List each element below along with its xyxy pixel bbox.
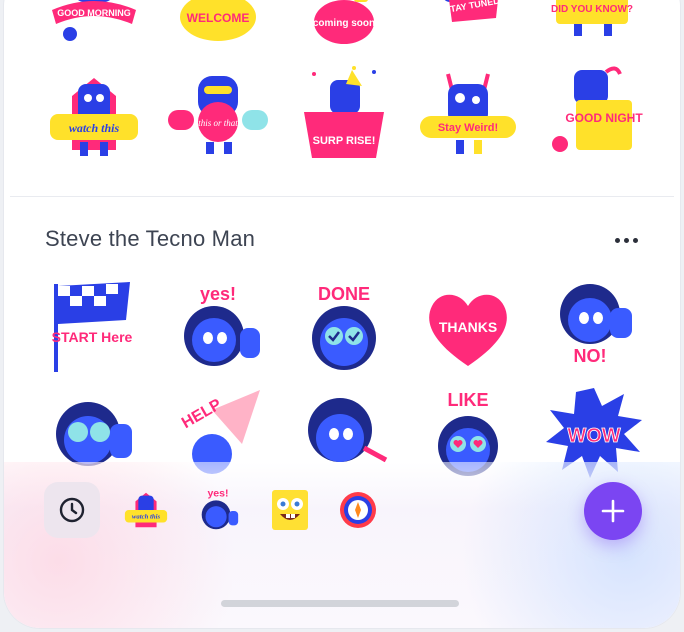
sticker-text: yes! [200,284,236,304]
pack-tab-sponge[interactable] [262,482,318,538]
sticker-did-you-know[interactable]: DID YOU KNOW? [544,0,644,62]
section-divider [10,196,674,197]
add-sticker-button[interactable] [584,482,642,540]
home-indicator[interactable] [221,600,459,607]
sticker-stay-weird[interactable]: Stay Weird! [418,64,518,164]
sticker-text: SURP RISE! [313,135,376,147]
plus-icon [601,499,625,523]
sticker-text: NO! [574,346,607,366]
sticker-start-here[interactable]: START Here [44,278,144,378]
sticker-text: WELCOME [187,11,250,25]
sticker-text: this or that [198,118,238,128]
sponge-icon [272,490,308,530]
svg-text:watch this: watch this [132,514,161,521]
sticker-coming-soon[interactable]: coming soon [294,0,394,62]
sticker-good-morning[interactable]: GOOD MORNING [44,0,144,62]
sticker-panel: GOOD MORNING WELCOME coming soon STAY TU… [4,0,680,628]
sticker-yes[interactable]: yes! [168,278,268,378]
sticker-text: WOW [567,425,620,447]
sticker-text: GOOD NIGHT [565,111,643,125]
sticker-good-night[interactable]: GOOD NIGHT [544,64,644,164]
sticker-text: START Here [52,329,133,345]
pack-tab-steve[interactable]: yes! [190,482,246,538]
sticker-text: DID YOU KNOW? [551,4,633,15]
sticker-text: watch this [69,121,120,135]
sticker-text: THANKS [439,319,497,335]
sticker-text: DONE [318,284,370,304]
sticker-text: coming soon [313,18,375,29]
pack-thumbnail-icon: yes! [201,488,239,530]
target-icon [340,492,376,528]
sticker-no[interactable]: NO! [544,278,644,378]
sticker-thanks[interactable]: THANKS [418,278,518,378]
pack-title: Steve the Tecno Man [45,226,256,251]
pack-thumbnail-icon: watch this [124,492,168,528]
sticker-text: LIKE [447,390,488,410]
sticker-text: Stay Weird! [438,122,498,134]
sticker-watch-this[interactable]: watch this [44,64,144,164]
pack-tab-watch-this[interactable]: watch this [118,482,174,538]
sticker-done[interactable]: DONE [294,278,394,378]
sticker-stay-tuned[interactable]: STAY TUNED! [418,0,518,62]
recent-stickers-button[interactable] [44,482,100,538]
more-options-icon[interactable] [608,228,644,252]
sticker-this-or-that[interactable]: this or that [168,64,268,164]
pack-tab-target[interactable] [330,482,386,538]
svg-text:yes!: yes! [207,488,228,500]
sticker-welcome[interactable]: WELCOME [168,0,268,62]
clock-icon [59,497,85,523]
sticker-text: HELP [179,396,225,432]
sticker-surprise[interactable]: SURP RISE! [294,64,394,164]
sticker-text: GOOD MORNING [57,8,131,18]
